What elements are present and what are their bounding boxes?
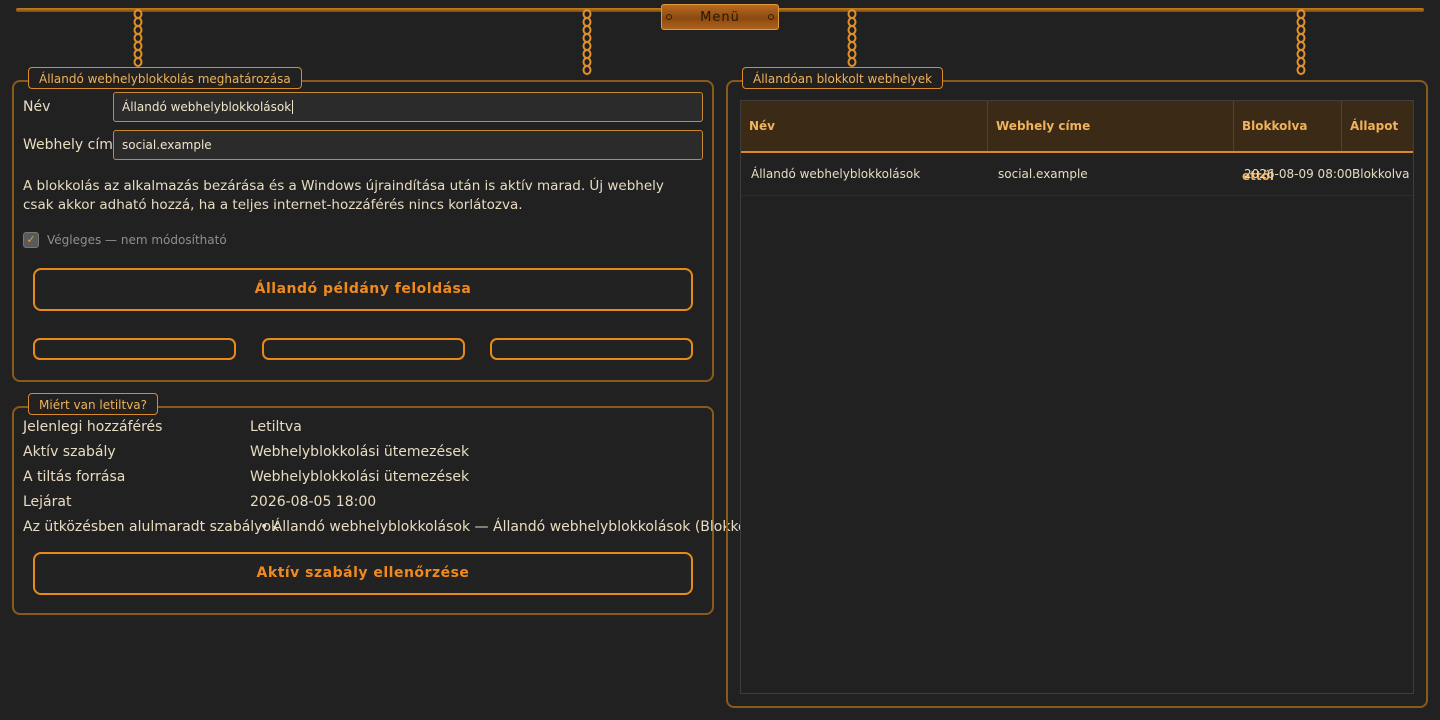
cell-status: Blokkolva [1352, 167, 1410, 181]
why-row-active-rule: Aktív szabály Webhelyblokkolási ütemezés… [23, 441, 703, 463]
action-button-2[interactable] [262, 338, 465, 360]
check-active-rule-button[interactable]: Aktív szabály ellenőrzése [33, 552, 693, 595]
why-value: Webhelyblokkolási ütemezések [250, 469, 470, 485]
why-blocked-title: Miért van letiltva? [28, 393, 159, 415]
checkmark-icon: ✓ [26, 233, 36, 246]
column-header-name[interactable]: Név [741, 101, 988, 151]
site-field-value: social.example [122, 138, 212, 152]
why-key: Jelenlegi hozzáférés [23, 419, 163, 435]
cell-blocked-since: 2026-08-09 08:00 [1244, 167, 1353, 181]
why-key: Az ütközésben alulmaradt szabályok [23, 519, 280, 535]
table-row[interactable]: Állandó webhelyblokkolások social.exampl… [741, 153, 1413, 196]
blocked-sites-table: Név Webhely címe Blokkolva ettől Állapot… [740, 100, 1414, 694]
chain-icon [582, 8, 592, 80]
why-row-expiry: Lejárat 2026-08-05 18:00 [23, 491, 703, 513]
cell-site: social.example [998, 167, 1088, 181]
why-value: Webhelyblokkolási ütemezések [250, 444, 470, 460]
menu-button[interactable]: Menü [661, 4, 779, 30]
define-block-panel [12, 80, 714, 382]
final-checkbox-label: Végleges — nem módosítható [47, 233, 227, 247]
why-key: A tiltás forrása [23, 469, 126, 485]
rivet-icon [768, 14, 774, 20]
why-row-overridden: Az ütközésben alulmaradt szabályok • Áll… [23, 516, 773, 538]
define-block-title: Állandó webhelyblokkolás meghatározása [28, 67, 302, 89]
name-field-value: Állandó webhelyblokkolások [122, 100, 292, 114]
unlock-instance-button[interactable]: Állandó példány feloldása [33, 268, 693, 311]
name-label: Név [23, 99, 51, 115]
action-button-3[interactable] [490, 338, 693, 360]
block-description: A blokkolás az alkalmazás bezárása és a … [23, 178, 664, 213]
why-key: Lejárat [23, 494, 72, 510]
site-label: Webhely címe [23, 137, 122, 153]
blocked-sites-title: Állandóan blokkolt webhelyek [742, 67, 944, 89]
why-row-access: Jelenlegi hozzáférés Letiltva [23, 416, 703, 438]
name-field[interactable]: Állandó webhelyblokkolások [113, 92, 703, 122]
why-value: • Állandó webhelyblokkolások — Állandó w… [260, 519, 773, 535]
column-header-site[interactable]: Webhely címe [988, 101, 1234, 151]
why-key: Aktív szabály [23, 444, 116, 460]
text-caret [292, 100, 294, 114]
action-button-1[interactable] [33, 338, 236, 360]
site-field[interactable]: social.example [113, 130, 703, 160]
table-header: Név Webhely címe Blokkolva ettől Állapot [741, 101, 1413, 183]
menu-label: Menü [700, 10, 740, 25]
why-value: 2026-08-05 18:00 [250, 494, 377, 510]
column-header-blocked-since[interactable]: Blokkolva ettől [1234, 101, 1342, 183]
why-row-source: A tiltás forrása Webhelyblokkolási üteme… [23, 466, 703, 488]
final-checkbox-row: ✓ Végleges — nem módosítható [23, 232, 227, 248]
final-checkbox[interactable]: ✓ [23, 232, 39, 248]
cell-name: Állandó webhelyblokkolások [751, 167, 921, 181]
rivet-icon [666, 14, 672, 20]
why-value: Letiltva [250, 419, 302, 435]
column-header-status[interactable]: Állapot [1342, 101, 1413, 151]
chain-icon [1296, 8, 1306, 80]
